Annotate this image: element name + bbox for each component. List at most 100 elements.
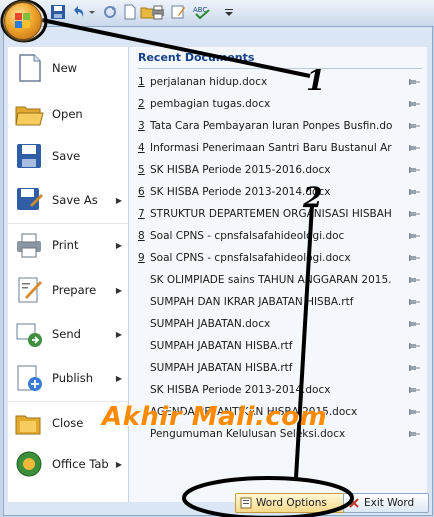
recent-document-name: Tata Cara Pembayaran Iuran Ponpes Busfin…: [150, 120, 392, 132]
pin-icon[interactable]: [406, 341, 420, 351]
pin-icon[interactable]: [406, 363, 420, 373]
recent-documents-panel: Recent Documents 1 perjalanan hidup.docx 2…: [129, 47, 427, 502]
recent-document-name: SUMPAH JABATAN.docx: [150, 318, 271, 330]
pin-icon[interactable]: [406, 385, 420, 395]
office-menu: New Open Save Save As ▶ Print ▶ Prepare ▶ Send ▶ Pu…: [3, 26, 433, 516]
pin-icon[interactable]: [406, 165, 420, 175]
menu-item-save-as[interactable]: Save As ▶: [8, 179, 128, 221]
office-button[interactable]: [4, 2, 42, 40]
pin-icon[interactable]: [406, 275, 420, 285]
menu-item-label: Close: [52, 416, 84, 430]
menu-item-send[interactable]: Send ▶: [8, 313, 128, 355]
pin-icon[interactable]: [406, 407, 420, 417]
recent-document-item[interactable]: 1 perjalanan hidup.docx: [138, 72, 424, 92]
recent-document-number: 6: [138, 186, 145, 198]
save-icon[interactable]: [50, 4, 66, 20]
printer-icon: [17, 233, 41, 258]
menu-item-open[interactable]: Open: [8, 93, 128, 135]
recent-document-item[interactable]: 7 STRUKTUR DEPARTEMEN ORGANISASI HISBAH .…: [138, 204, 424, 224]
pin-icon[interactable]: [406, 99, 420, 109]
menu-item-office-tab[interactable]: Office Tab ▶: [8, 443, 128, 485]
pin-icon[interactable]: [406, 187, 420, 197]
recent-document-item[interactable]: SUMPAH DAN IKRAR JABATAN HISBA.rtf: [138, 292, 424, 312]
recent-document-item[interactable]: 6 SK HISBA Periode 2013-2014.docx: [138, 182, 424, 202]
menu-item-label: Send: [52, 327, 81, 341]
recent-document-number: 9: [138, 252, 145, 264]
prepare-icon: [18, 277, 42, 303]
pin-icon[interactable]: [406, 231, 420, 241]
exit-word-button[interactable]: Exit Word: [343, 493, 429, 513]
save-icon: [17, 144, 41, 168]
recent-document-name: Soal CPNS - cpnsfalsafahideologi.docx: [150, 252, 351, 264]
recent-document-number: 5: [138, 164, 145, 176]
recent-document-name: perjalanan hidup.docx: [150, 76, 268, 88]
recent-document-name: SK HISBA Periode 2015-2016.docx: [150, 164, 331, 176]
pin-icon[interactable]: [406, 297, 420, 307]
menu-item-label: Prepare: [52, 283, 97, 297]
annotation-label-2: 2: [303, 181, 323, 214]
menu-item-print[interactable]: Print ▶: [8, 223, 128, 266]
recent-document-number: 4: [138, 142, 145, 154]
recent-document-number: 3: [138, 120, 145, 132]
pin-icon[interactable]: [406, 209, 420, 219]
submenu-arrow-icon: ▶: [115, 459, 122, 469]
open-folder-icon: [15, 106, 44, 126]
menu-item-prepare[interactable]: Prepare ▶: [8, 269, 128, 311]
pin-icon[interactable]: [406, 253, 420, 263]
edit-document-icon[interactable]: [170, 4, 186, 20]
close-folder-icon: [15, 415, 41, 435]
spelling-check-icon[interactable]: ABC: [192, 4, 212, 20]
publish-icon: [17, 365, 42, 391]
recent-document-item[interactable]: 4 Informasi Penerimaan Santri Baru Bustan…: [138, 138, 424, 158]
recent-document-item[interactable]: SK HISBA Periode 2013-2014.docx: [138, 380, 424, 400]
pin-icon[interactable]: [406, 143, 420, 153]
word-options-label: Word Options: [256, 497, 327, 509]
submenu-arrow-icon: ▶: [115, 329, 122, 339]
undo-icon[interactable]: [70, 4, 86, 20]
recent-document-name: SUMPAH DAN IKRAR JABATAN HISBA.rtf: [150, 296, 354, 308]
word-options-button[interactable]: Word Options: [235, 493, 345, 513]
office-logo-icon: [15, 13, 30, 28]
recent-document-item[interactable]: 8 Soal CPNS - cpnsfalsafahideologi.doc: [138, 226, 424, 246]
menu-item-label: Open: [52, 107, 83, 121]
new-document-icon[interactable]: [122, 4, 138, 20]
pin-icon[interactable]: [406, 319, 420, 329]
recent-document-name: SK OLIMPIADE sains TAHUN ANGGARAN 2015.d…: [150, 274, 392, 286]
recent-document-item[interactable]: 5 SK HISBA Periode 2015-2016.docx: [138, 160, 424, 180]
undo-dropdown-icon[interactable]: [88, 4, 96, 20]
recent-document-item[interactable]: SUMPAH JABATAN.docx: [138, 314, 424, 334]
menu-item-label: Office Tab: [52, 457, 109, 471]
menu-item-label: New: [52, 61, 78, 75]
menu-item-publish[interactable]: Publish ▶: [8, 357, 128, 399]
recent-document-number: 7: [138, 208, 145, 220]
redo-icon[interactable]: [102, 4, 118, 20]
recent-document-name: Informasi Penerimaan Santri Baru Bustanu…: [150, 142, 392, 154]
recent-document-item[interactable]: SK OLIMPIADE sains TAHUN ANGGARAN 2015.d…: [138, 270, 424, 290]
recent-document-item[interactable]: 3 Tata Cara Pembayaran Iuran Ponpes Busfi…: [138, 116, 424, 136]
recent-document-item[interactable]: SUMPAH JABATAN HISBA.rtf: [138, 358, 424, 378]
recent-document-number: 1: [138, 76, 145, 88]
print-preview-icon[interactable]: [150, 4, 166, 20]
word-options-icon: [240, 497, 252, 509]
recent-document-item[interactable]: 9 Soal CPNS - cpnsfalsafahideologi.docx: [138, 248, 424, 268]
annotation-label-1: 1: [306, 64, 326, 97]
send-icon: [16, 323, 42, 347]
quick-access-toolbar: ABC: [0, 0, 434, 27]
menu-bottom-bar: Word Options Exit Word: [129, 485, 429, 513]
submenu-arrow-icon: ▶: [115, 195, 122, 205]
customize-toolbar-icon[interactable]: [224, 4, 234, 20]
recent-document-item[interactable]: 2 pembagian tugas.docx: [138, 94, 424, 114]
menu-item-label: Save: [52, 149, 81, 163]
menu-item-save[interactable]: Save: [8, 135, 128, 177]
pin-icon[interactable]: [406, 121, 420, 131]
recent-document-number: 2: [138, 98, 145, 110]
submenu-arrow-icon: ▶: [115, 240, 122, 250]
office-menu-commands: New Open Save Save As ▶ Print ▶ Prepare ▶ Send ▶ Pu…: [8, 47, 129, 502]
recent-document-name: STRUKTUR DEPARTEMEN ORGANISASI HISBAH ..…: [150, 208, 392, 220]
pin-icon[interactable]: [406, 77, 420, 87]
recent-document-name: Soal CPNS - cpnsfalsafahideologi.doc: [150, 230, 345, 242]
recent-document-number: 8: [138, 230, 145, 242]
menu-item-new[interactable]: New: [8, 47, 128, 89]
pin-icon[interactable]: [406, 429, 420, 439]
recent-document-item[interactable]: SUMPAH JABATAN HISBA.rtf: [138, 336, 424, 356]
